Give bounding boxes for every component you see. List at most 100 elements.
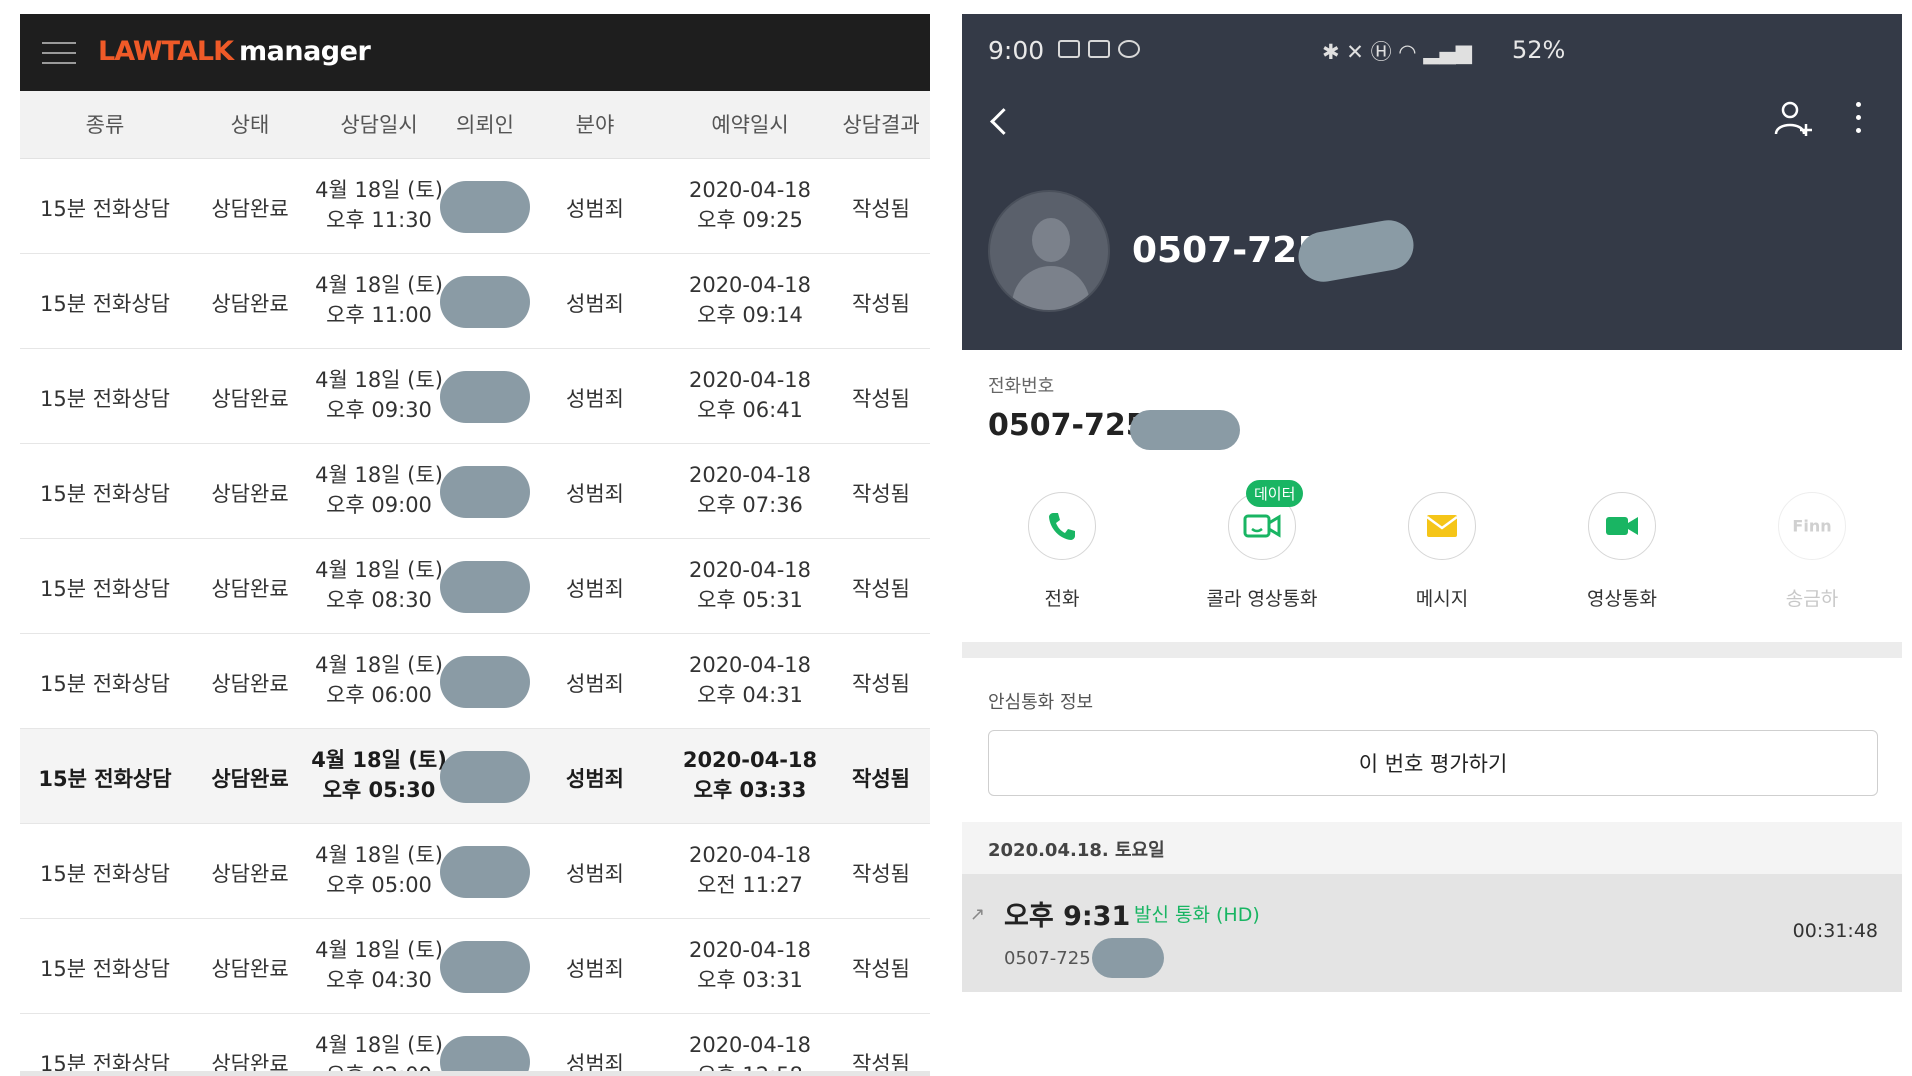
consult-date: 4월 18일 (토) (315, 368, 443, 392)
lawtalk-manager-panel: LAWTALK manager 종류 상태 상담일시 의뢰인 분야 예약일시 상담… (20, 14, 930, 1076)
consult-datetime: 4월 18일 (토) 오후 05:30 (304, 745, 454, 805)
phone-icon (1049, 513, 1075, 540)
section-divider (962, 642, 1902, 658)
call-button[interactable]: 전화 (982, 492, 1142, 612)
phone-number-label: 전화번호 (988, 376, 1055, 397)
table-row[interactable]: 15분 전화상담 상담완료 성범죄 작성됨 4월 18일 (토) 오후 02:00 2020… (20, 1014, 930, 1076)
consult-outcome: 작성됨 (852, 672, 910, 696)
wifi-icon: ◠ (1398, 40, 1417, 64)
mail-notification-icon (1058, 40, 1080, 58)
consult-status: 상담완료 (211, 197, 289, 221)
camcorder-icon (1606, 517, 1638, 535)
consult-datetime: 4월 18일 (토) 오후 11:00 (304, 270, 454, 330)
consult-time: 오후 04:30 (326, 968, 432, 992)
consult-time: 오후 05:30 (322, 778, 436, 802)
consult-type: 15분 전화상담 (40, 197, 170, 221)
consult-field: 성범죄 (566, 387, 624, 411)
consult-datetime: 4월 18일 (토) 오후 06:00 (304, 650, 454, 710)
reservation-time: 오후 06:41 (697, 398, 803, 422)
consult-datetime: 4월 18일 (토) 오후 08:30 (304, 555, 454, 615)
consult-status: 상담완료 (211, 767, 289, 791)
client-redaction-mark (440, 751, 530, 803)
consult-status: 상담완료 (211, 387, 289, 411)
call-log-date-header: 2020.04.18. 토요일 (962, 822, 1902, 874)
consult-type: 15분 전화상담 (40, 957, 170, 981)
hamburger-menu-icon[interactable] (42, 40, 76, 66)
battery-percentage: 52% (1512, 36, 1566, 64)
reservation-time: 오후 03:31 (697, 968, 803, 992)
outgoing-call-icon: ↗ (970, 904, 986, 925)
consult-time: 오후 08:30 (326, 588, 432, 612)
column-header-reservation-datetime[interactable]: 예약일시 (660, 91, 840, 159)
reservation-date: 2020-04-18 (688, 558, 812, 582)
column-header-field[interactable]: 분야 (530, 91, 660, 159)
table-row[interactable]: 15분 전화상담 상담완료 성범죄 작성됨 4월 18일 (토) 오후 11:30 2020… (20, 159, 930, 254)
reservation-date: 2020-04-18 (682, 748, 818, 772)
consult-status: 상담완료 (211, 672, 289, 696)
column-header-type[interactable]: 종류 (20, 91, 190, 159)
reservation-date: 2020-04-18 (688, 843, 812, 867)
table-row[interactable]: 15분 전화상담 상담완료 성범죄 작성됨 4월 18일 (토) 오후 08:30 2020… (20, 539, 930, 634)
consult-datetime: 4월 18일 (토) 오후 09:00 (304, 460, 454, 520)
column-header-consult-datetime[interactable]: 상담일시 (304, 91, 454, 159)
consult-date: 4월 18일 (토) (315, 273, 443, 297)
reservation-date: 2020-04-18 (688, 938, 812, 962)
status-bar-time: 9:00 (988, 36, 1045, 65)
call-label: 전화 (1044, 588, 1080, 610)
column-header-status[interactable]: 상태 (190, 91, 310, 159)
transfer-money-button[interactable]: Finn 송금하 (1732, 492, 1892, 612)
data-badge: 데이터 (1246, 480, 1304, 507)
more-options-icon[interactable] (1846, 98, 1870, 138)
client-redaction-mark (440, 561, 530, 613)
call-log-entry[interactable]: ↗ 오후 9:31 발신 통화 (HD) 0507-725 00:31:48 (962, 874, 1902, 992)
status-bar-system-icons: ✱ ✕ Ⓗ ◠ ▂▄▆ (1322, 36, 1472, 66)
hd-icon: Ⓗ (1370, 40, 1392, 64)
column-header-client[interactable]: 의뢰인 (440, 91, 530, 159)
app-header: LAWTALK manager (20, 14, 930, 91)
table-row[interactable]: 15분 전화상담 상담완료 성범죄 작성됨 4월 18일 (토) 오후 05:00 2020… (20, 824, 930, 919)
redaction-mark (1130, 410, 1240, 450)
table-row[interactable]: 15분 전화상담 상담완료 성범죄 작성됨 4월 18일 (토) 오후 06:00 2020… (20, 634, 930, 729)
table-row[interactable]: 15분 전화상담 상담완료 성범죄 작성됨 4월 18일 (토) 오후 09:00 2020… (20, 444, 930, 539)
consult-type: 15분 전화상담 (40, 862, 170, 886)
cola-video-call-button[interactable]: 콜라 영상통화 (1182, 492, 1342, 612)
column-header-outcome[interactable]: 상담결과 (832, 91, 930, 159)
consult-type: 15분 전화상담 (40, 292, 170, 316)
reservation-time: 오후 03:33 (693, 778, 807, 802)
table-row[interactable]: 15분 전화상담 상담완료 성범죄 작성됨 4월 18일 (토) 오후 05:30 2020… (20, 729, 930, 824)
message-button[interactable]: 메시지 (1362, 492, 1522, 612)
app-logo: LAWTALK manager (98, 34, 371, 70)
consult-status: 상담완료 (211, 292, 289, 316)
reservation-date: 2020-04-18 (688, 653, 812, 677)
reservation-datetime: 2020-04-18 오후 04:31 (660, 650, 840, 710)
rate-number-button[interactable]: 이 번호 평가하기 (988, 730, 1878, 796)
reservation-datetime: 2020-04-18 오후 05:31 (660, 555, 840, 615)
consult-outcome: 작성됨 (852, 387, 910, 411)
client-redaction-mark (440, 1036, 530, 1076)
client-redaction-mark (440, 181, 530, 233)
reservation-datetime: 2020-04-18 오후 07:36 (660, 460, 840, 520)
consult-date: 4월 18일 (토) (315, 843, 443, 867)
reservation-time: 오후 07:36 (697, 493, 803, 517)
video-call-button[interactable]: 영상통화 (1542, 492, 1702, 612)
consult-datetime: 4월 18일 (토) 오후 11:30 (304, 175, 454, 235)
consult-field: 성범죄 (566, 767, 624, 791)
video-call-label: 영상통화 (1587, 588, 1657, 610)
back-arrow-icon[interactable] (982, 100, 1022, 140)
add-contact-icon[interactable] (1772, 96, 1816, 140)
consult-field: 성범죄 (566, 957, 624, 981)
reservation-time: 오후 04:31 (697, 683, 803, 707)
table-row[interactable]: 15분 전화상담 상담완료 성범죄 작성됨 4월 18일 (토) 오후 11:00 2020… (20, 254, 930, 349)
client-redaction-mark (440, 846, 530, 898)
table-row[interactable]: 15분 전화상담 상담완료 성범죄 작성됨 4월 18일 (토) 오후 09:30 2020… (20, 349, 930, 444)
contact-header: 9:00 ✱ ✕ Ⓗ ◠ ▂▄▆ 52% 0507-725- (962, 14, 1902, 350)
chat-notification-icon (1118, 40, 1140, 58)
reservation-datetime: 2020-04-18 오후 03:33 (660, 745, 840, 805)
consult-field: 성범죄 (566, 577, 624, 601)
cola-video-call-label: 콜라 영상통화 (1206, 588, 1318, 610)
consult-outcome: 작성됨 (852, 767, 910, 791)
logo-brand: LAWTALK (98, 36, 234, 67)
consult-type: 15분 전화상담 (40, 672, 170, 696)
consult-time: 오후 09:30 (326, 398, 432, 422)
table-row[interactable]: 15분 전화상담 상담완료 성범죄 작성됨 4월 18일 (토) 오후 04:30 2020… (20, 919, 930, 1014)
